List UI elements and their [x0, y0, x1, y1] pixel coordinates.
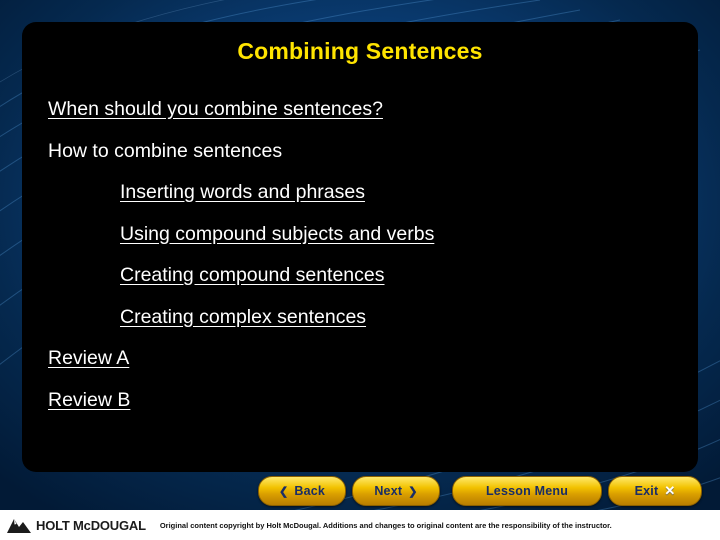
holt-mcdougal-logo: HOLT McDOUGAL [6, 515, 146, 535]
list-item[interactable]: Review B [48, 389, 698, 411]
exit-button[interactable]: Exit ✕ [608, 476, 702, 506]
copyright-text: Original content copyright by Holt McDou… [159, 520, 612, 530]
mountain-icon [7, 519, 31, 533]
list-item: How to combine sentences [48, 139, 698, 162]
list-item[interactable]: Review A [48, 347, 698, 369]
logo-text: HOLT McDOUGAL [36, 517, 146, 533]
list-item[interactable]: Creating compound sentences [120, 264, 698, 286]
toc-link[interactable]: Review A [48, 347, 129, 369]
navigation-bar: ❮ Back Next ❯ Lesson Menu Exit ✕ [0, 476, 720, 510]
back-button-label: Back [294, 484, 326, 498]
toc-link[interactable]: When should you combine sentences? [48, 98, 383, 120]
chevron-right-icon: ❯ [408, 485, 418, 498]
list-item[interactable]: Using compound subjects and verbs [120, 223, 698, 245]
lesson-menu-button-label: Lesson Menu [485, 484, 569, 498]
next-button-label: Next [374, 484, 403, 498]
close-icon: ✕ [664, 483, 676, 498]
toc-link[interactable]: Creating complex sentences [120, 306, 366, 328]
next-button[interactable]: Next ❯ [352, 476, 440, 506]
toc-link[interactable]: Inserting words and phrases [120, 181, 365, 203]
list-item[interactable]: Inserting words and phrases [120, 181, 698, 203]
content-panel: Combining Sentences When should you comb… [22, 22, 698, 472]
list-item[interactable]: When should you combine sentences? [48, 98, 698, 120]
back-button[interactable]: ❮ Back [258, 476, 346, 506]
toc-link[interactable]: Review B [48, 389, 130, 411]
page-title: Combining Sentences [237, 38, 483, 64]
lesson-menu-button[interactable]: Lesson Menu [452, 476, 602, 506]
toc-heading: How to combine sentences [48, 139, 283, 162]
slide: Combining Sentences When should you comb… [0, 0, 720, 540]
toc-link[interactable]: Using compound subjects and verbs [120, 223, 434, 245]
list-item[interactable]: Creating complex sentences [120, 306, 698, 328]
footer: HOLT McDOUGAL Original content copyright… [0, 510, 720, 540]
table-of-contents: When should you combine sentences? How t… [22, 98, 698, 432]
toc-link[interactable]: Creating compound sentences [120, 264, 385, 286]
chevron-left-icon: ❮ [278, 485, 289, 498]
exit-button-label: Exit [634, 484, 659, 498]
